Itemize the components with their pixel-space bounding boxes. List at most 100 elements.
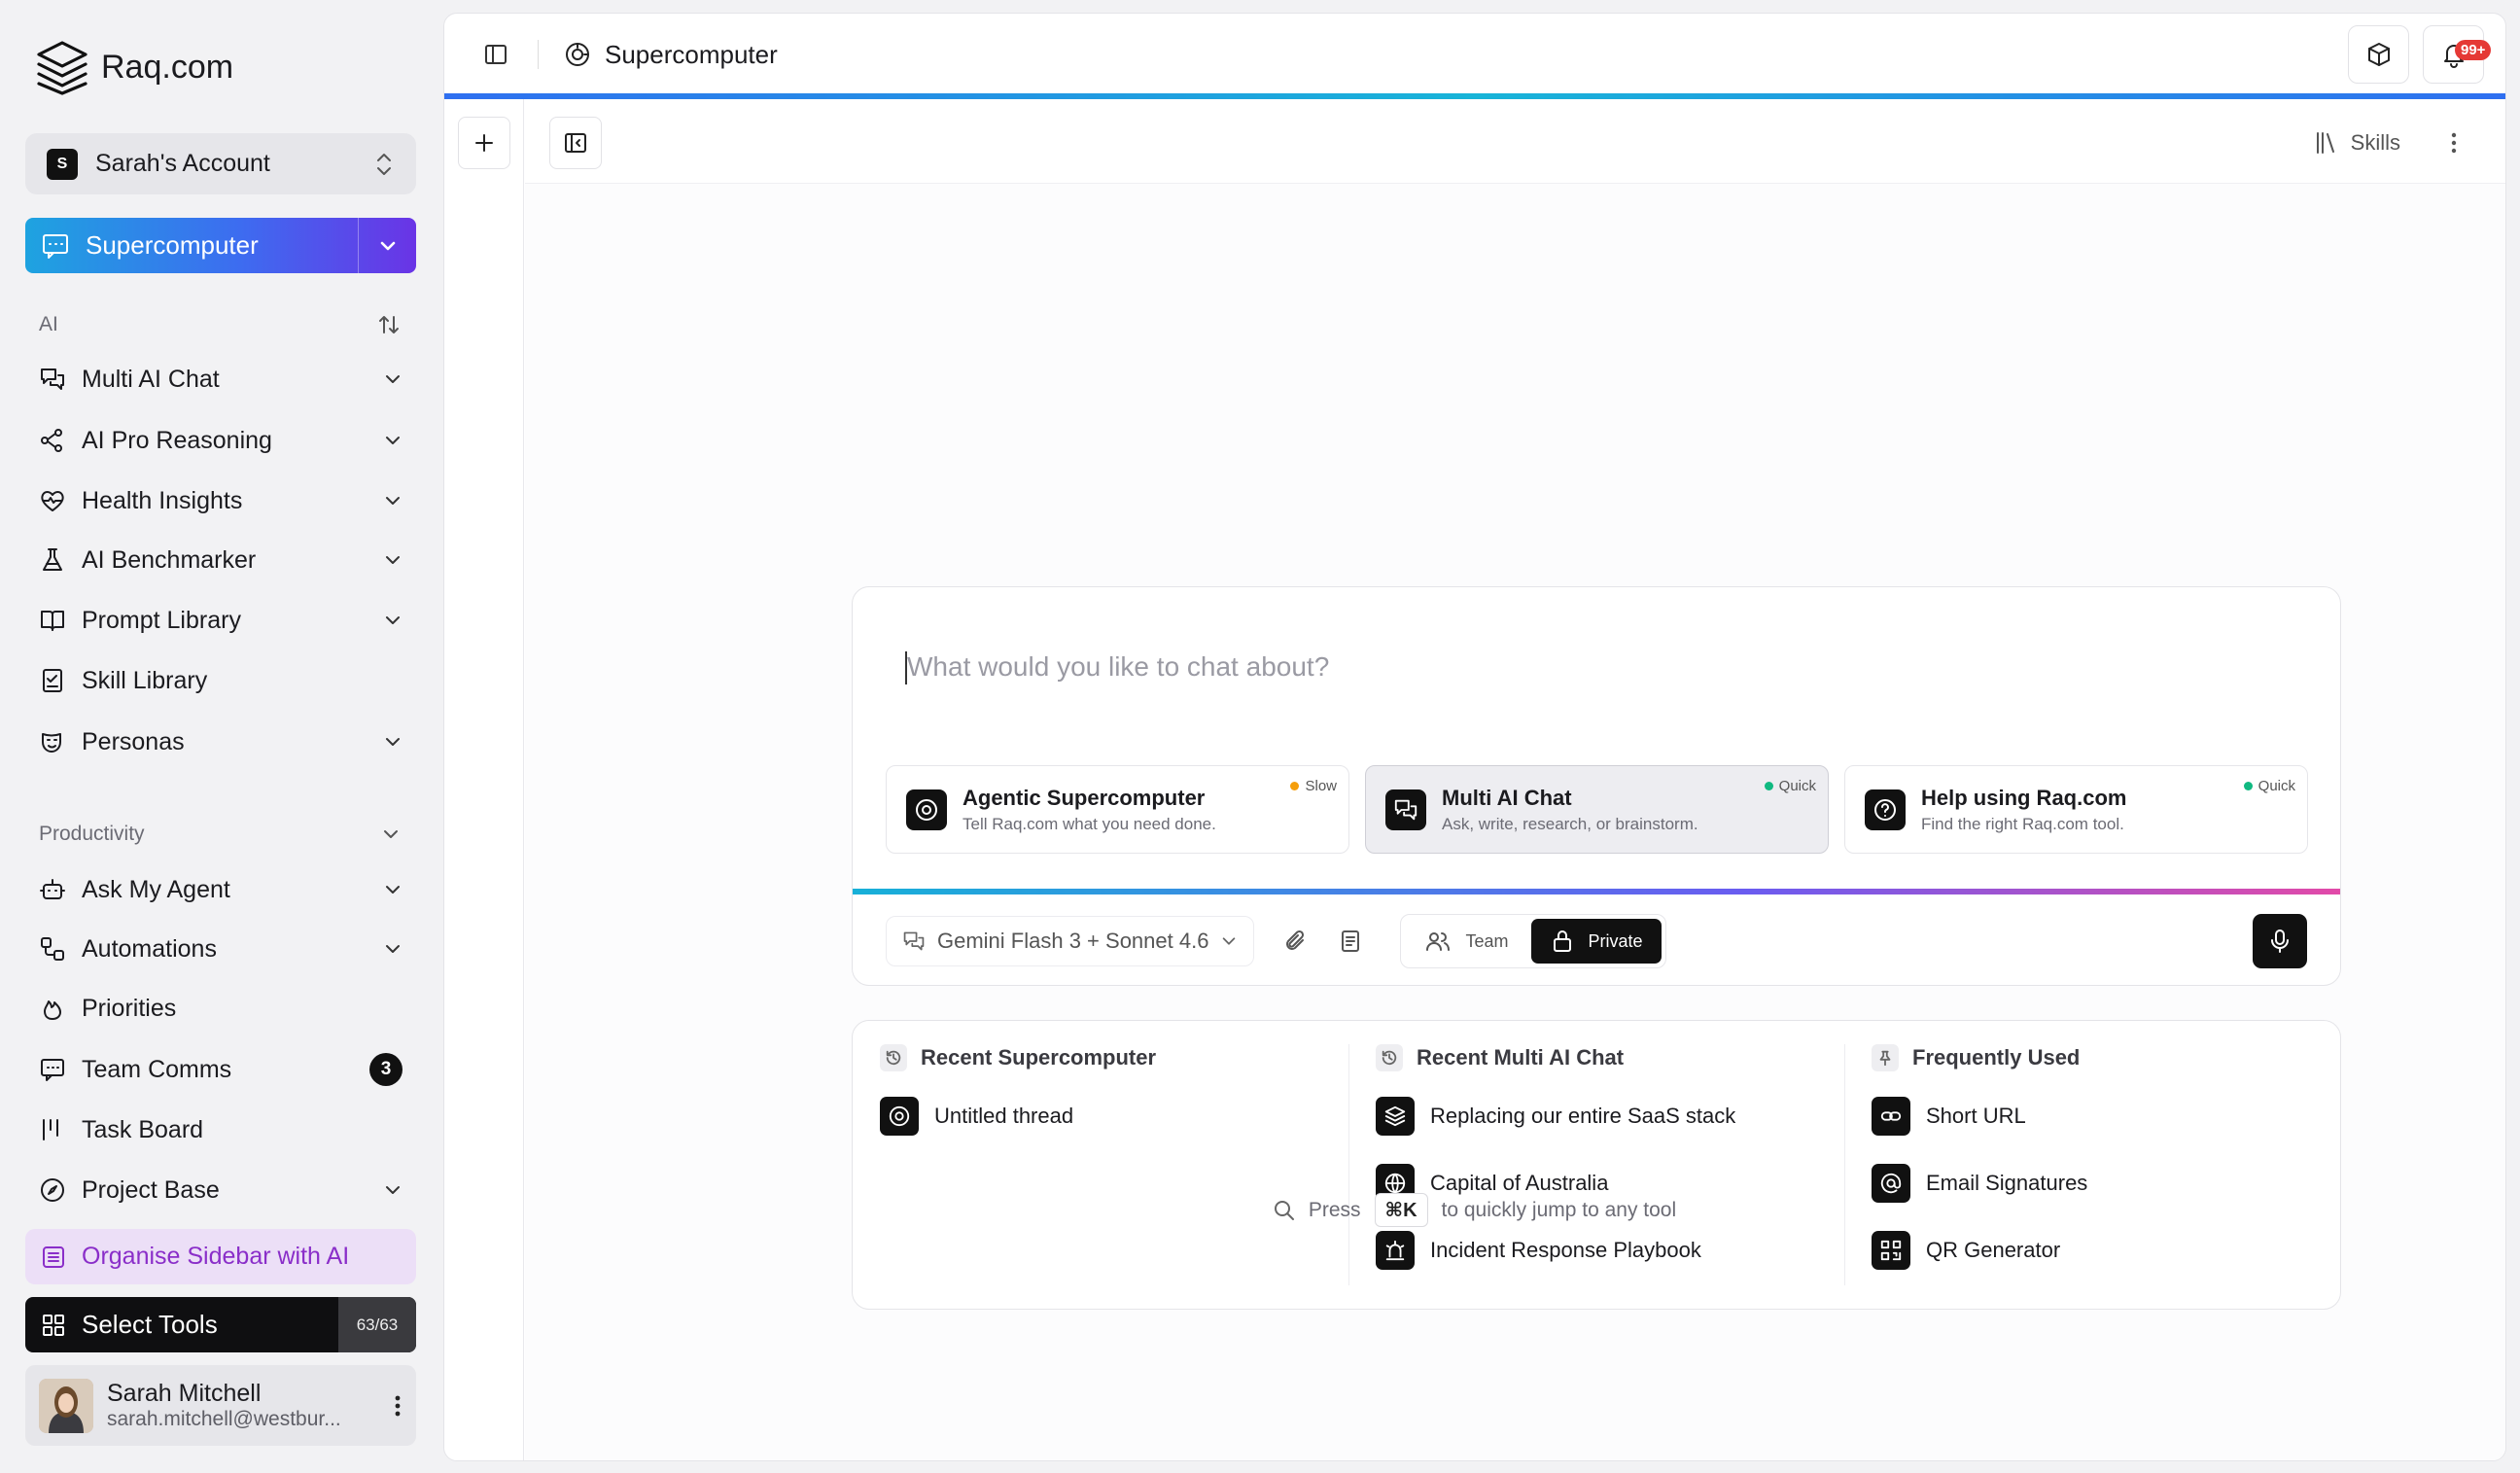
sidebar-item-project-base[interactable]: Project Base bbox=[25, 1162, 416, 1218]
supercomputer-main[interactable]: Supercomputer bbox=[25, 218, 358, 273]
column-title: Recent Multi AI Chat bbox=[1417, 1045, 1625, 1070]
list-item[interactable]: Short URL bbox=[1872, 1096, 2313, 1136]
list-item[interactable]: Untitled thread bbox=[880, 1096, 1321, 1136]
shortcut-key: ⌘K bbox=[1374, 1193, 1428, 1227]
more-vertical-icon[interactable] bbox=[2449, 130, 2459, 156]
list-item[interactable]: Incident Response Playbook bbox=[1376, 1230, 1817, 1270]
more-vertical-icon[interactable] bbox=[393, 1393, 402, 1419]
speed-dot bbox=[1290, 782, 1300, 790]
user-text: Sarah Mitchell sarah.mitchell@westbur... bbox=[107, 1380, 379, 1431]
list-item[interactable]: QR Generator bbox=[1872, 1230, 2313, 1270]
team-toggle[interactable]: Team bbox=[1405, 919, 1527, 964]
organise-label: Organise Sidebar with AI bbox=[82, 1243, 350, 1270]
lock-icon bbox=[1551, 929, 1574, 954]
sidebar-item-multi-ai-chat[interactable]: Multi AI Chat bbox=[25, 351, 416, 407]
microphone-button[interactable] bbox=[2253, 914, 2307, 968]
mode-agentic-supercomputer[interactable]: Agentic Supercomputer Tell Raq.com what … bbox=[886, 765, 1349, 854]
checklist-icon bbox=[39, 667, 66, 694]
document-icon[interactable] bbox=[1338, 929, 1363, 954]
organise-sidebar-button[interactable]: Organise Sidebar with AI bbox=[25, 1229, 416, 1284]
new-chat-button[interactable] bbox=[458, 117, 510, 169]
section-productivity[interactable]: Productivity bbox=[39, 823, 401, 846]
chevron-down-icon[interactable] bbox=[383, 431, 402, 450]
private-toggle[interactable]: Private bbox=[1531, 919, 1662, 964]
layers-icon bbox=[1376, 1096, 1415, 1136]
sidebar-item-ask-my-agent[interactable]: Ask My Agent bbox=[25, 861, 416, 918]
sidebar-item-label: Health Insights bbox=[82, 486, 243, 514]
recent-list: Untitled thread bbox=[880, 1096, 1321, 1136]
composer-toolbar: Gemini Flash 3 + Sonnet 4.6 Team Private bbox=[886, 914, 2307, 968]
supercomputer-label: Supercomputer bbox=[86, 230, 259, 260]
mode-multi-ai-chat[interactable]: Multi AI Chat Ask, write, research, or b… bbox=[1365, 765, 1829, 854]
speed-badge: Quick bbox=[2243, 778, 2295, 794]
search-icon bbox=[1274, 1200, 1295, 1221]
chevron-down-icon[interactable] bbox=[383, 550, 402, 570]
select-tools-button[interactable]: Select Tools 63/63 bbox=[25, 1297, 416, 1352]
team-label: Team bbox=[1465, 930, 1509, 951]
list-item[interactable]: Replacing our entire SaaS stack bbox=[1376, 1096, 1817, 1136]
siren-icon bbox=[1376, 1230, 1415, 1270]
section-productivity-label: Productivity bbox=[39, 823, 145, 845]
mode-help-using-raq[interactable]: Help using Raq.com Find the right Raq.co… bbox=[1844, 765, 2308, 854]
sidebar-item-automations[interactable]: Automations bbox=[25, 921, 416, 977]
sidebar-item-ai-benchmarker[interactable]: AI Benchmarker bbox=[25, 532, 416, 588]
sidebar-item-priorities[interactable]: Priorities bbox=[25, 980, 416, 1036]
visibility-toggle: Team Private bbox=[1400, 914, 1667, 968]
mode-title: Help using Raq.com bbox=[1921, 785, 2127, 810]
sidebar-item-task-board[interactable]: Task Board bbox=[25, 1102, 416, 1158]
model-selector[interactable]: Gemini Flash 3 + Sonnet 4.6 bbox=[886, 916, 1255, 966]
cube-button[interactable] bbox=[2348, 25, 2409, 84]
brand[interactable]: Raq.com bbox=[35, 39, 233, 95]
message-icon bbox=[39, 1056, 66, 1083]
sidebar-item-label: Skill Library bbox=[82, 666, 208, 694]
sidebar-item-health-insights[interactable]: Health Insights bbox=[25, 473, 416, 529]
chevron-down-icon[interactable] bbox=[383, 491, 402, 510]
hint-press: Press bbox=[1308, 1198, 1361, 1221]
supercomputer-button[interactable]: Supercomputer bbox=[25, 218, 416, 273]
skills-button[interactable]: Skills bbox=[2314, 130, 2400, 156]
supercomputer-icon bbox=[906, 789, 947, 830]
sidebar-item-skill-library[interactable]: Skill Library bbox=[25, 652, 416, 709]
users-icon bbox=[1424, 929, 1452, 953]
speed-badge: Slow bbox=[1290, 778, 1337, 794]
sidebar-item-label: AI Benchmarker bbox=[82, 545, 257, 574]
kanban-icon bbox=[39, 1116, 66, 1143]
sidebar-toggle-icon[interactable] bbox=[483, 42, 508, 67]
hint-rest: to quickly jump to any tool bbox=[1441, 1198, 1677, 1221]
sort-icon[interactable] bbox=[377, 313, 401, 336]
user-profile[interactable]: Sarah Mitchell sarah.mitchell@westbur... bbox=[25, 1365, 416, 1446]
grid-icon bbox=[41, 1313, 66, 1338]
supercomputer-dropdown[interactable] bbox=[358, 218, 416, 273]
chevron-down-icon[interactable] bbox=[383, 880, 402, 899]
sidebar-item-label: Team Comms bbox=[82, 1055, 232, 1083]
select-tools-main[interactable]: Select Tools bbox=[25, 1310, 338, 1340]
network-icon bbox=[39, 427, 66, 454]
notifications-button[interactable]: 99+ bbox=[2423, 25, 2492, 84]
chevron-down-icon[interactable] bbox=[383, 939, 402, 959]
help-circle-icon bbox=[1865, 789, 1906, 830]
chat-input[interactable]: What would you like to chat about? bbox=[907, 651, 1329, 683]
link-icon bbox=[1872, 1096, 1910, 1136]
chevron-down-icon[interactable] bbox=[383, 369, 402, 389]
list-item-label: Replacing our entire SaaS stack bbox=[1430, 1103, 1736, 1128]
sidebar-item-prompt-library[interactable]: Prompt Library bbox=[25, 592, 416, 649]
paperclip-icon[interactable] bbox=[1283, 929, 1309, 954]
account-switcher[interactable]: S Sarah's Account bbox=[25, 133, 416, 194]
sidebar-item-team-comms[interactable]: Team Comms 3 bbox=[25, 1041, 416, 1098]
sidebar-item-ai-pro-reasoning[interactable]: AI Pro Reasoning bbox=[25, 412, 416, 469]
chevron-down-icon[interactable] bbox=[383, 611, 402, 630]
user-email: sarah.mitchell@westbur... bbox=[107, 1408, 341, 1430]
recent-list: Replacing our entire SaaS stack Capital … bbox=[1376, 1096, 1817, 1270]
column-title: Recent Supercomputer bbox=[921, 1045, 1157, 1070]
skills-label: Skills bbox=[2350, 130, 2400, 155]
mode-desc: Find the right Raq.com tool. bbox=[1921, 814, 2124, 833]
sidebar-item-personas[interactable]: Personas bbox=[25, 714, 416, 770]
composer-gradient-line bbox=[853, 889, 2340, 894]
chevron-down-icon[interactable] bbox=[383, 1180, 402, 1200]
sidebar: Raq.com S Sarah's Account Supercomputer … bbox=[0, 0, 442, 1473]
chevron-down-icon[interactable] bbox=[383, 732, 402, 752]
chevron-down-icon[interactable] bbox=[381, 824, 401, 844]
panel-toggle-button[interactable] bbox=[549, 117, 602, 169]
workspace: What would you like to chat about? Agent… bbox=[525, 183, 2505, 1460]
select-tools-label: Select Tools bbox=[82, 1310, 218, 1339]
